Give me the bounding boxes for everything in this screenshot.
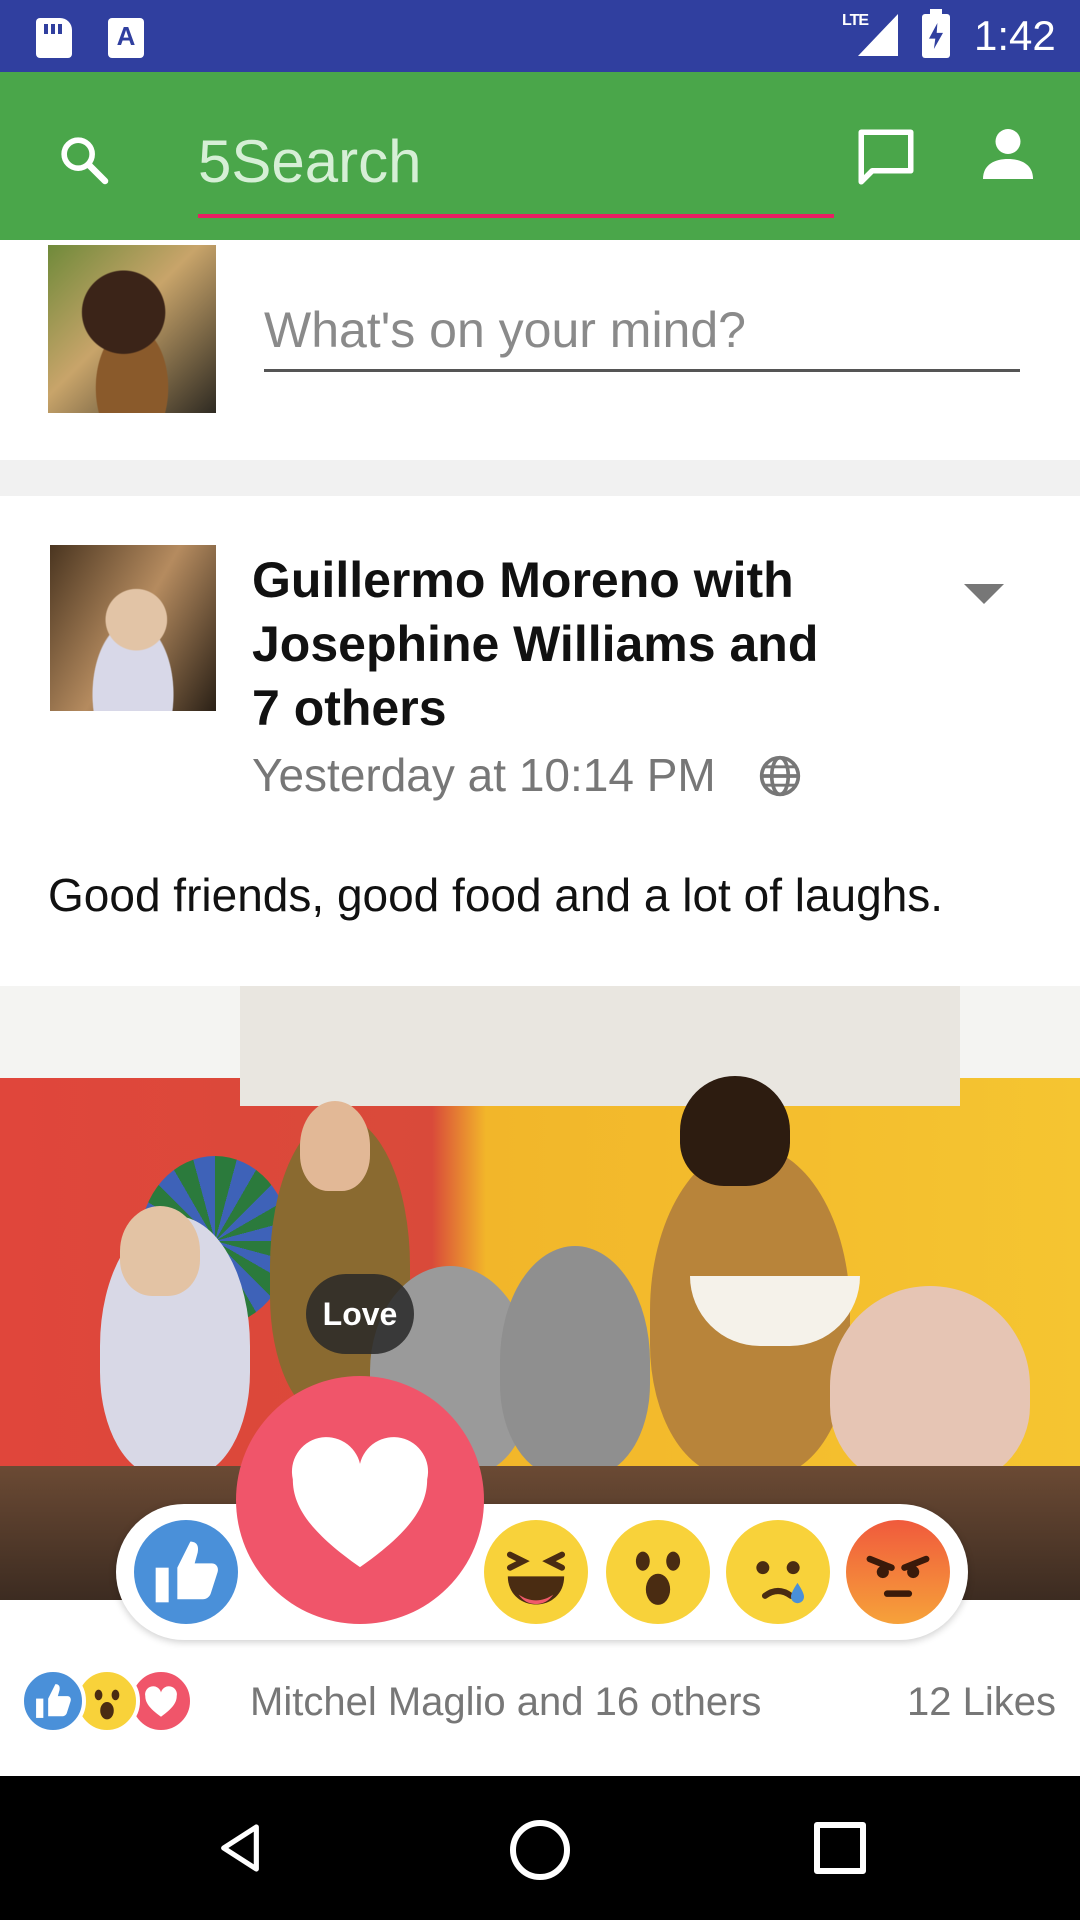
likes-count[interactable]: 12 Likes: [907, 1680, 1056, 1725]
recent-apps-icon[interactable]: [814, 1822, 866, 1874]
thumbs-up-icon: [155, 1541, 218, 1603]
chat-icon[interactable]: [852, 124, 920, 190]
post-author-avatar[interactable]: [50, 545, 216, 711]
globe-icon: [759, 755, 801, 797]
signal-icon: [858, 14, 898, 56]
heart-icon: [291, 1437, 429, 1568]
avatar[interactable]: [48, 245, 216, 413]
chevron-down-icon[interactable]: [964, 584, 1004, 604]
reactors-summary[interactable]: Mitchel Maglio and 16 others: [250, 1680, 761, 1725]
surprised-face-icon: [635, 1551, 681, 1605]
reaction-tooltip: Love: [306, 1274, 414, 1354]
love-reaction-button[interactable]: [236, 1376, 484, 1624]
sad-face-icon: [756, 1561, 804, 1604]
sad-reaction-button[interactable]: [726, 1520, 830, 1624]
home-icon[interactable]: [510, 1820, 570, 1880]
notification-a-icon: A: [108, 18, 144, 58]
status-bar: A LTE 1:42: [0, 0, 1080, 72]
post-text: Good friends, good food and a lot of lau…: [48, 869, 944, 921]
haha-reaction-button[interactable]: [484, 1520, 588, 1624]
post-timestamp[interactable]: Yesterday at 10:14 PM: [252, 748, 716, 802]
back-icon[interactable]: [212, 1820, 268, 1876]
laughing-face-icon: [506, 1551, 566, 1605]
wow-reaction-button[interactable]: [606, 1520, 710, 1624]
search-icon[interactable]: [56, 132, 112, 188]
status-time: 1:42: [974, 12, 1056, 59]
sd-card-icon: [36, 18, 72, 58]
thumbs-up-icon: [20, 1668, 86, 1734]
status-input[interactable]: What's on your mind?: [264, 292, 1020, 372]
like-reaction-button[interactable]: [134, 1520, 238, 1624]
reaction-summary-icons[interactable]: [20, 1668, 220, 1734]
post-title[interactable]: Guillermo Moreno with Josephine Williams…: [252, 548, 852, 740]
profile-icon[interactable]: [978, 124, 1038, 184]
angry-face-icon: [866, 1555, 930, 1597]
angry-reaction-button[interactable]: [846, 1520, 950, 1624]
search-input[interactable]: 5Search: [198, 122, 834, 218]
battery-icon: [922, 9, 950, 58]
divider: [0, 460, 1080, 496]
